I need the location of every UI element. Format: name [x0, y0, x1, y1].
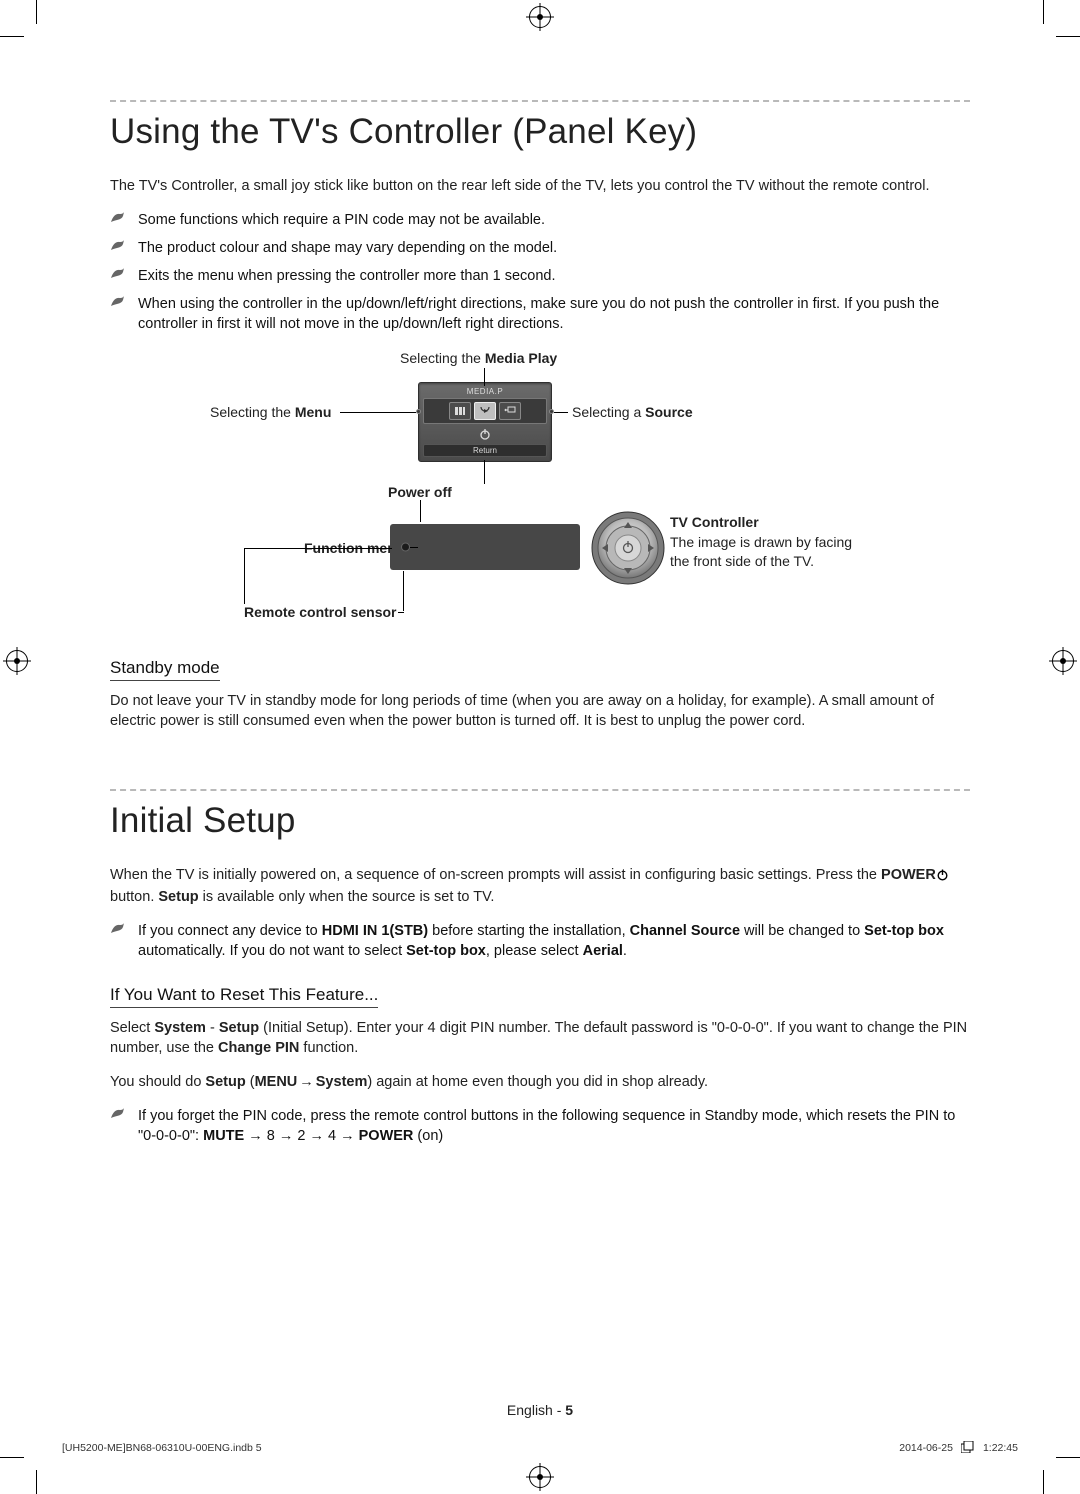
note-item: If you forget the PIN code, press the re… [110, 1106, 970, 1146]
note-text: The product colour and shape may vary de… [138, 240, 557, 256]
section1-notes: Some functions which require a PIN code … [110, 210, 970, 334]
tv-controller-caption: The image is drawn by facing the front s… [670, 533, 860, 571]
note-item: Some functions which require a PIN code … [110, 210, 970, 230]
power-icon [479, 428, 491, 440]
print-footer-file: [UH5200-ME]BN68-06310U-00ENG.indb 5 [62, 1442, 262, 1454]
page-number: English - 5 [507, 1402, 573, 1418]
label-tv-controller: TV Controller [670, 514, 759, 530]
section2-heading: Initial Setup [110, 801, 970, 841]
note-item: When using the controller in the up/down… [110, 294, 970, 334]
label-remote-sensor: Remote control sensor [244, 604, 396, 620]
section-divider [110, 789, 970, 791]
note-icon [110, 922, 126, 936]
note-text: When using the controller in the up/down… [138, 296, 939, 332]
note-icon [110, 211, 126, 225]
tv-panel [390, 524, 580, 570]
page-content: Using the TV's Controller (Panel Key) Th… [110, 100, 970, 1294]
section1-intro: The TV's Controller, a small joy stick l… [110, 176, 970, 196]
note-icon [110, 267, 126, 281]
power-icon [936, 867, 949, 887]
note-text: Some functions which require a PIN code … [138, 212, 545, 228]
label-power-off: Power off [388, 484, 452, 500]
label-selecting-menu: Selecting the Menu [210, 404, 331, 420]
menu-icon [449, 402, 471, 420]
pages-icon [961, 1441, 975, 1454]
label-selecting-source: Selecting a Source [572, 404, 693, 420]
function-menu-popup: MEDIA.P Return [418, 382, 552, 462]
reset-p1: Select System - Setup (Initial Setup). E… [110, 1018, 970, 1058]
source-icon [499, 402, 521, 420]
note-icon [110, 239, 126, 253]
reset-notes: If you forget the PIN code, press the re… [110, 1106, 970, 1146]
registration-mark-icon [6, 650, 28, 672]
popup-title: MEDIA.P [423, 387, 547, 396]
remote-sensor-icon [402, 544, 409, 551]
note-text: If you forget the PIN code, press the re… [138, 1108, 955, 1144]
note-item: The product colour and shape may vary de… [110, 238, 970, 258]
play-icon [474, 402, 496, 420]
note-item: If you connect any device to HDMI IN 1(S… [110, 921, 970, 961]
note-text: If you connect any device to HDMI IN 1(S… [138, 923, 944, 959]
standby-text: Do not leave your TV in standby mode for… [110, 691, 970, 731]
label-media-play: Selecting the Media Play [400, 350, 557, 366]
note-icon [110, 295, 126, 309]
print-footer-datetime: 2014-06-25 1:22:45 [899, 1441, 1018, 1454]
note-item: Exits the menu when pressing the control… [110, 266, 970, 286]
note-icon [110, 1107, 126, 1121]
page-footer: English - 5 [110, 1402, 970, 1420]
section2-intro: When the TV is initially powered on, a s… [110, 865, 970, 907]
section-divider [110, 100, 970, 102]
tv-controller-joystick [590, 510, 666, 586]
section2-notes: If you connect any device to HDMI IN 1(S… [110, 921, 970, 961]
popup-return: Return [423, 444, 547, 457]
registration-mark-icon [529, 6, 551, 28]
note-text: Exits the menu when pressing the control… [138, 268, 556, 284]
standby-heading: Standby mode [110, 658, 220, 681]
reset-heading: If You Want to Reset This Feature... [110, 985, 378, 1008]
registration-mark-icon [1052, 650, 1074, 672]
section1-heading: Using the TV's Controller (Panel Key) [110, 112, 970, 152]
controller-diagram: Selecting the Media Play Selecting the M… [110, 342, 970, 622]
reset-p2: You should do Setup (MENU → System) agai… [110, 1072, 970, 1092]
registration-mark-icon [529, 1466, 551, 1488]
